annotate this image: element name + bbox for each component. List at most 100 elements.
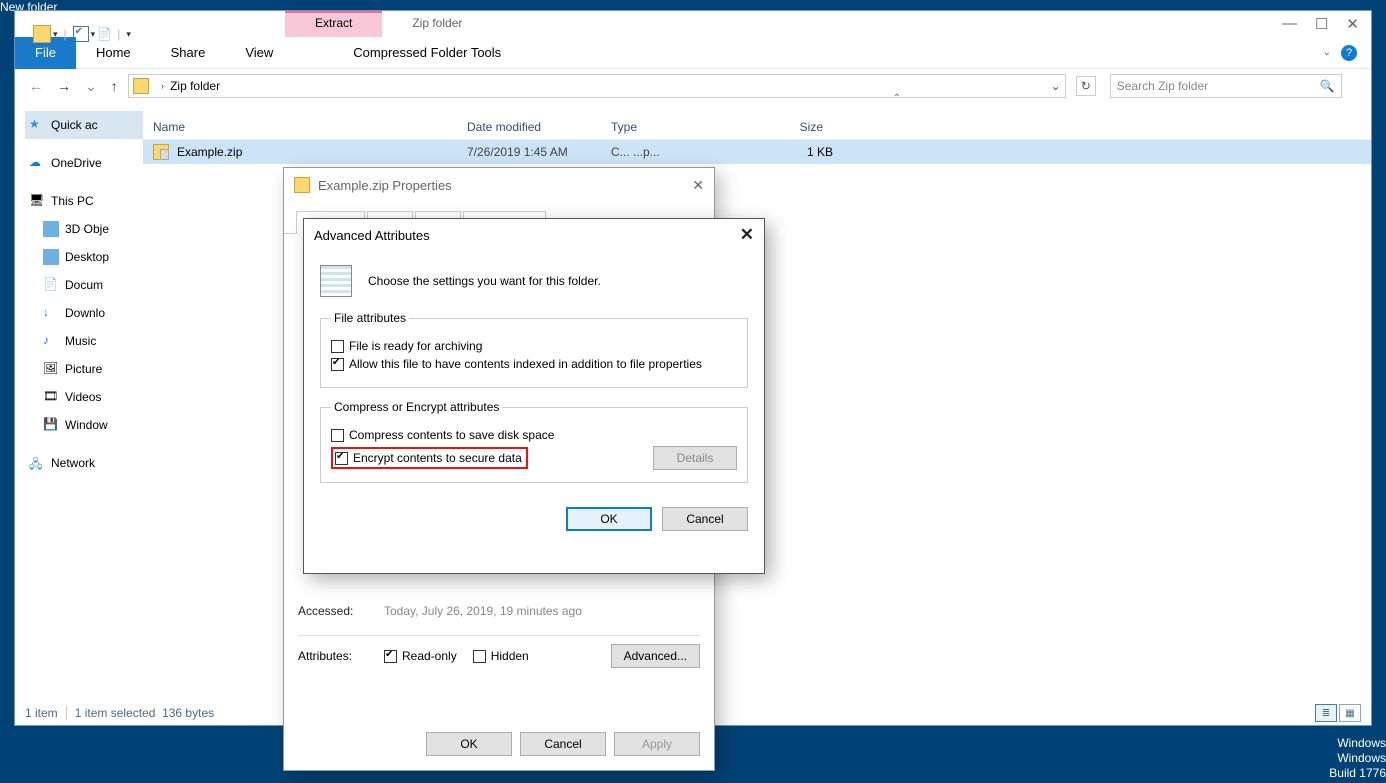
advanced-attributes-dialog: Advanced Attributes ✕ Choose the setting… xyxy=(303,218,765,574)
file-size: 1 KB xyxy=(755,145,853,159)
sidebar-item-label: Quick ac xyxy=(51,118,98,132)
chevron-right-icon[interactable]: › xyxy=(161,81,164,92)
sidebar-quick-access[interactable]: ★ Quick ac xyxy=(25,111,143,139)
recent-dropdown[interactable]: ⌄ xyxy=(81,78,101,95)
status-selected-size: 136 bytes xyxy=(162,706,214,720)
help-icon[interactable]: ? xyxy=(1341,45,1357,61)
hidden-label: Hidden xyxy=(491,649,529,663)
ok-button[interactable]: OK xyxy=(566,507,652,531)
status-selected-count: 1 item selected xyxy=(75,706,156,720)
folder-icon xyxy=(133,78,149,94)
sidebar-item-label: Desktop xyxy=(65,250,109,264)
network-icon: 🖧 xyxy=(29,455,45,471)
properties-icon[interactable] xyxy=(73,26,89,42)
ribbon-expand-icon[interactable]: ⌄ xyxy=(1323,47,1331,58)
view-details-button[interactable]: ≣ xyxy=(1315,704,1337,722)
encrypt-label: Encrypt contents to secure data xyxy=(353,451,522,465)
sidebar-pictures[interactable]: 🖼Picture xyxy=(25,355,143,383)
sidebar-item-label: This PC xyxy=(51,194,94,208)
sidebar-item-label: Docum xyxy=(65,278,103,292)
column-name[interactable]: Name xyxy=(143,120,457,134)
folder-icon xyxy=(43,249,59,265)
sidebar-network[interactable]: 🖧 Network xyxy=(25,449,143,477)
qat-dropdown-icon[interactable]: ▾ xyxy=(53,29,58,40)
index-checkbox[interactable] xyxy=(331,358,344,371)
view-icons-button[interactable]: ▦ xyxy=(1339,704,1361,722)
ok-button[interactable]: OK xyxy=(426,732,512,756)
tab-compressed-tools[interactable]: Compressed Folder Tools xyxy=(333,37,521,69)
advanced-button[interactable]: Advanced... xyxy=(611,644,700,668)
dialog-title: Example.zip Properties xyxy=(318,178,452,193)
file-name: Example.zip xyxy=(177,145,467,159)
cancel-button[interactable]: Cancel xyxy=(662,507,748,531)
column-date[interactable]: Date modified xyxy=(457,120,601,134)
sidebar-this-pc[interactable]: 🖥 This PC xyxy=(25,187,143,215)
dialog-title-bar: Advanced Attributes ✕ xyxy=(304,219,764,251)
sidebar-windows[interactable]: 💾 Window xyxy=(25,411,143,439)
compress-checkbox[interactable] xyxy=(331,429,344,442)
new-folder-icon[interactable]: 📄 xyxy=(97,27,111,41)
sidebar-music[interactable]: ♪ Music xyxy=(25,327,143,355)
separator: | xyxy=(64,27,67,41)
folder-icon xyxy=(43,221,59,237)
file-type: C... ...p... xyxy=(611,145,755,159)
qat-dropdown-icon[interactable]: ▾ xyxy=(91,29,96,40)
sidebar-downloads[interactable]: ↓ Downlo xyxy=(25,299,143,327)
cancel-button[interactable]: Cancel xyxy=(520,732,606,756)
search-placeholder: Search Zip folder xyxy=(1117,79,1208,93)
sidebar-videos[interactable]: 🎞Videos xyxy=(25,383,143,411)
sort-indicator-icon: ⌃ xyxy=(283,93,1386,104)
picture-icon: 🖼 xyxy=(43,361,59,377)
hidden-checkbox[interactable] xyxy=(473,650,486,663)
compress-encrypt-group: Compress or Encrypt attributes Compress … xyxy=(320,400,748,483)
encrypt-checkbox[interactable] xyxy=(335,452,348,465)
close-button[interactable]: ✕ xyxy=(692,177,704,194)
contextual-tab-extract[interactable]: Extract xyxy=(285,11,382,37)
qat-customize-icon[interactable]: ▾ xyxy=(126,29,131,40)
accessed-row: Accessed: Today, July 26, 2019, 19 minut… xyxy=(298,604,700,618)
group-legend: File attributes xyxy=(331,311,409,325)
tab-share[interactable]: Share xyxy=(151,37,226,69)
tab-view[interactable]: View xyxy=(225,37,293,69)
navigation-pane: ★ Quick ac ☁OneDrive 🖥 This PC 3D Obje Des… xyxy=(15,103,143,693)
forward-button[interactable]: → xyxy=(53,78,75,94)
close-button[interactable]: ✕ xyxy=(740,225,754,245)
download-icon: ↓ xyxy=(43,305,59,321)
sidebar-item-label: Downlo xyxy=(65,306,105,320)
archive-label: File is ready for archiving xyxy=(349,339,482,353)
sidebar-3d-objects[interactable]: 3D Obje xyxy=(25,215,143,243)
minimize-button[interactable]: — xyxy=(1282,15,1297,33)
sidebar-item-label: Window xyxy=(65,418,108,432)
sidebar-documents[interactable]: 📄Docum xyxy=(25,271,143,299)
sidebar-desktop[interactable]: Desktop xyxy=(25,243,143,271)
status-item-count: 1 item xyxy=(25,706,58,720)
dialog-title: Advanced Attributes xyxy=(314,228,430,243)
music-icon: ♪ xyxy=(43,333,59,349)
sidebar-item-label: OneDrive xyxy=(51,156,102,170)
sidebar-item-label: Network xyxy=(51,456,95,470)
column-size[interactable]: Size xyxy=(745,120,843,134)
star-icon: ★ xyxy=(29,117,45,133)
address-dropdown-icon[interactable]: ⌄ xyxy=(1051,79,1061,93)
zip-file-icon xyxy=(153,144,169,160)
pc-icon: 🖥 xyxy=(29,193,45,209)
dialog-title-bar: Example.zip Properties ✕ xyxy=(284,168,714,202)
sidebar-item-label: Music xyxy=(65,334,96,348)
up-button[interactable]: ↑ xyxy=(107,78,122,94)
file-date: 7/26/2019 1:45 AM xyxy=(467,145,611,159)
sidebar-onedrive[interactable]: ☁OneDrive xyxy=(25,149,143,177)
accessed-label: Accessed: xyxy=(298,604,384,618)
separator: | xyxy=(117,27,120,41)
breadcrumb-item[interactable]: Zip folder xyxy=(170,79,220,93)
readonly-checkbox[interactable] xyxy=(384,650,397,663)
ribbon-tabs: File Home Share View Compressed Folder T… xyxy=(15,37,1371,69)
back-button[interactable]: ← xyxy=(25,78,47,94)
video-icon: 🎞 xyxy=(43,389,59,405)
dialog-intro-text: Choose the settings you want for this fo… xyxy=(368,274,601,288)
column-type[interactable]: Type xyxy=(601,120,745,134)
maximize-button[interactable]: ☐ xyxy=(1315,15,1328,33)
file-row[interactable]: Example.zip 7/26/2019 1:45 AM C... ...p.… xyxy=(143,140,1371,164)
archive-checkbox[interactable] xyxy=(331,340,344,353)
close-button[interactable]: ✕ xyxy=(1346,15,1359,33)
drive-icon: 💾 xyxy=(43,417,59,433)
